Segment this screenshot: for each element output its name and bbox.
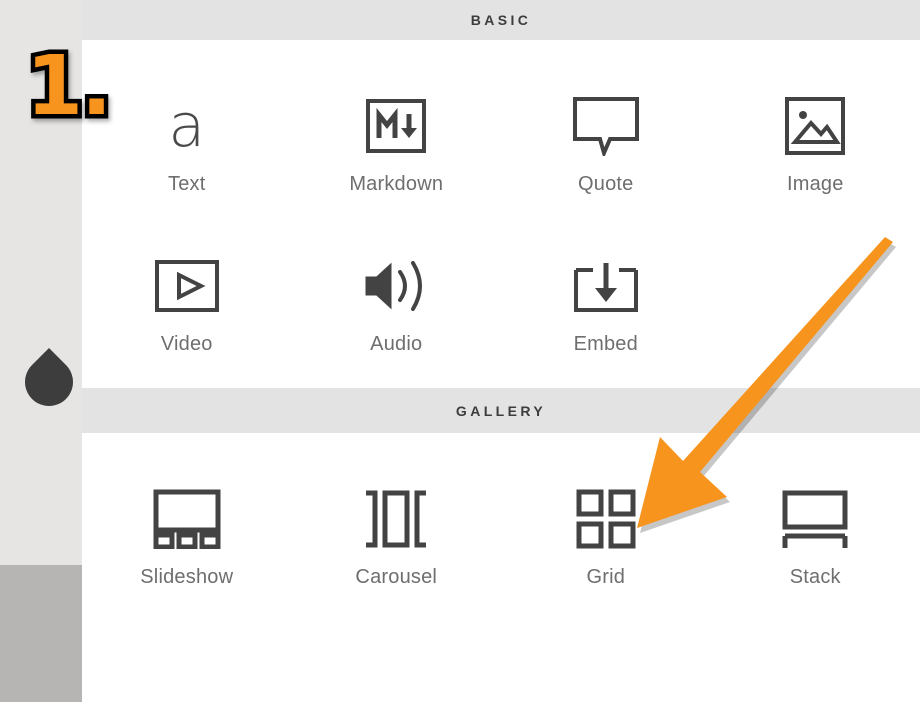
markdown-icon: [365, 78, 427, 174]
block-option-slideshow[interactable]: Slideshow: [82, 471, 292, 587]
left-background-strip-lower: [0, 565, 82, 702]
block-option-label: Quote: [578, 173, 634, 195]
block-option-label: Markdown: [349, 173, 444, 195]
block-option-label: Carousel: [355, 566, 438, 588]
basic-row-1: a Text Markdown Quote Image: [82, 40, 920, 194]
embed-download-icon: [573, 238, 639, 334]
audio-speaker-icon: [362, 238, 430, 334]
block-option-quote[interactable]: Quote: [501, 78, 711, 194]
block-option-embed[interactable]: Embed: [501, 238, 711, 354]
block-option-label: Audio: [370, 333, 423, 355]
section-title-basic: BASIC: [470, 12, 532, 28]
block-option-grid[interactable]: Grid: [501, 471, 711, 587]
block-option-video[interactable]: Video: [82, 238, 292, 354]
quote-bubble-icon: [572, 78, 640, 174]
image-picture-icon: [784, 78, 846, 174]
section-header-gallery: GALLERY: [82, 388, 920, 433]
block-option-text[interactable]: a Text: [82, 78, 292, 194]
section-title-gallery: GALLERY: [455, 402, 547, 419]
block-option-label: Grid: [586, 566, 626, 588]
block-option-stack[interactable]: Stack: [711, 471, 920, 587]
text-letter-a-icon: a: [168, 91, 206, 161]
section-header-basic: BASIC: [82, 0, 920, 40]
video-play-icon: [154, 238, 220, 334]
stack-icon: [782, 471, 848, 567]
block-picker-panel: BASIC a Text Markdown Quote Image Video …: [82, 0, 920, 702]
block-option-image[interactable]: Image: [711, 78, 920, 194]
block-picker-screen: BASIC a Text Markdown Quote Image Video …: [0, 0, 920, 702]
block-option-label: Stack: [789, 566, 841, 588]
block-option-label: Text: [168, 173, 206, 195]
block-option-label: Embed: [573, 333, 638, 355]
block-option-label: Slideshow: [140, 566, 234, 588]
gallery-row-1: Slideshow Carousel Grid Stack: [82, 433, 920, 587]
block-option-carousel[interactable]: Carousel: [292, 471, 502, 587]
carousel-icon: [363, 471, 429, 567]
basic-row-2: Video Audio Embed: [82, 194, 920, 388]
block-option-markdown[interactable]: Markdown: [292, 78, 502, 194]
slideshow-icon: [152, 471, 222, 567]
grid-icon: [576, 471, 636, 567]
step-number-callout: 1.: [21, 39, 116, 134]
block-option-label: Image: [786, 173, 844, 195]
block-option-label: Video: [160, 333, 213, 355]
block-option-audio[interactable]: Audio: [292, 238, 502, 354]
